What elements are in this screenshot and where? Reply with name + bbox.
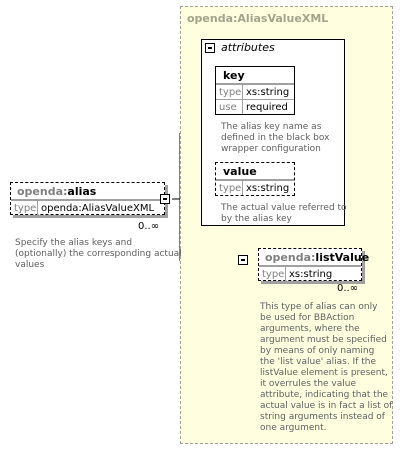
row-value: xs:string [246,183,290,194]
list-value-local-name: listValue [315,251,370,264]
list-value-prefix: openda: [265,251,316,264]
row-value: xs:string [289,269,333,280]
collapse-attributes-icon[interactable] [205,43,215,53]
alias-prefix: openda: [17,185,68,198]
row-key: type [216,85,243,99]
attribute-key-box[interactable]: key type xs:string use required [215,66,295,115]
alias-local-name: alias [67,185,97,198]
row-value: required [246,102,288,113]
row-key: use [216,100,243,114]
attribute-key-doc: The alias key name as defined in the bla… [221,122,330,154]
alias-element-box[interactable]: openda:alias type openda:AliasValueXML [10,182,165,215]
attribute-value-doc: The actual value referred to by the alia… [221,203,347,224]
alias-element-name: openda:alias [11,183,164,200]
list-value-occurrence: 0..∞ [337,283,359,294]
attribute-value-name: value [216,163,294,180]
collapse-sequence-icon[interactable] [238,255,248,265]
alias-type-row: type openda:AliasValueXML [11,200,164,215]
attribute-key-type-row: type xs:string [216,84,294,99]
row-key: type [11,201,38,215]
row-value: xs:string [246,87,290,98]
row-value: openda:AliasValueXML [41,203,155,214]
collapse-alias-icon[interactable] [160,194,170,204]
complex-type-title: openda:AliasValueXML [187,12,329,25]
alias-occurrence: 0..∞ [138,221,160,232]
attributes-label: attributes [221,41,275,54]
attribute-value-box[interactable]: value type xs:string [215,162,295,196]
attribute-value-type-row: type xs:string [216,180,294,195]
list-value-element-name: openda:listValue [259,249,369,266]
row-key: type [259,267,286,281]
attribute-key-use-row: use required [216,99,294,114]
list-value-doc: This type of alias can only be used for … [260,302,393,433]
alias-doc: Specify the alias keys and (optionally) … [15,238,182,270]
row-key: type [216,181,243,195]
list-value-element-box[interactable]: openda:listValue type xs:string [258,248,369,281]
list-value-type-row: type xs:string [259,266,361,281]
attribute-key-name: key [216,67,294,84]
